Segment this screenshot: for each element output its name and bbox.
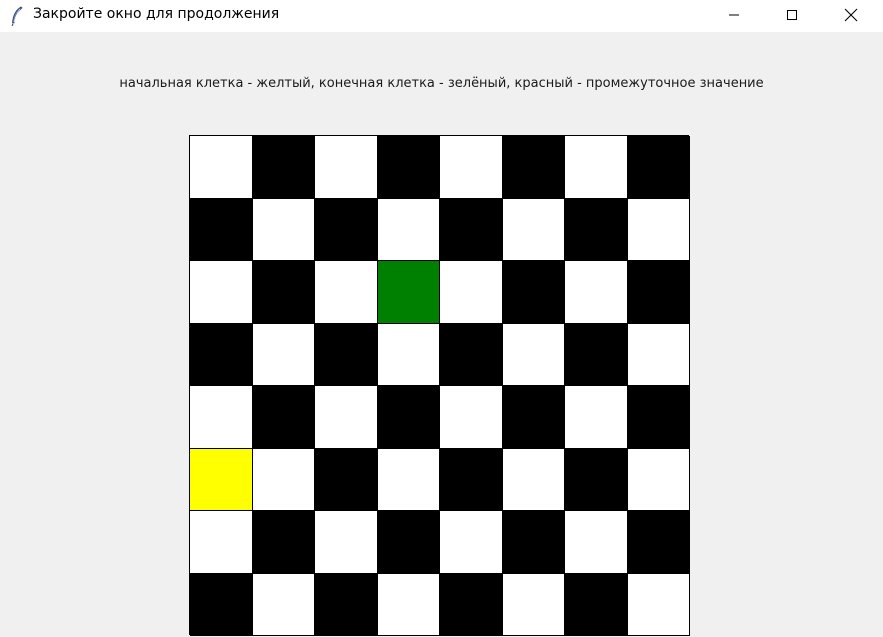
board-cell-light[interactable] — [440, 511, 503, 574]
board-cell-light[interactable] — [252, 198, 315, 261]
board-cell-dark[interactable] — [565, 198, 628, 261]
board-cell-dark[interactable] — [252, 386, 315, 449]
board-cell-dark[interactable] — [315, 448, 378, 511]
board-cell-dark[interactable] — [252, 511, 315, 574]
board-cell-light[interactable] — [315, 386, 378, 449]
chessboard-canvas[interactable] — [189, 135, 690, 636]
board-cell-light[interactable] — [252, 448, 315, 511]
board-cell-dark[interactable] — [377, 136, 440, 199]
board-cell-light[interactable] — [440, 386, 503, 449]
board-cell-dark[interactable] — [440, 323, 503, 386]
board-cell-dark[interactable] — [627, 511, 690, 574]
maximize-button[interactable] — [769, 0, 815, 30]
board-cell-light[interactable] — [377, 198, 440, 261]
minimize-icon — [728, 9, 740, 21]
board-cell-light[interactable] — [565, 511, 628, 574]
board-cell-light[interactable] — [502, 573, 565, 636]
legend-label: начальная клетка - желтый, конечная клет… — [119, 76, 764, 91]
board-cell-light[interactable] — [627, 448, 690, 511]
board-cell-light[interactable] — [440, 261, 503, 324]
board-cell-dark[interactable] — [440, 198, 503, 261]
board-cell-light[interactable] — [440, 136, 503, 199]
board-cell-dark[interactable] — [440, 573, 503, 636]
board-cell-dark[interactable] — [565, 323, 628, 386]
board-cell-dark[interactable] — [565, 448, 628, 511]
board-cell-light[interactable] — [252, 573, 315, 636]
board-cell-dark[interactable] — [440, 448, 503, 511]
board-cell-light[interactable] — [190, 136, 253, 199]
board-cell-dark[interactable] — [315, 573, 378, 636]
board-cell-light[interactable] — [565, 386, 628, 449]
board-cell-light[interactable] — [627, 323, 690, 386]
board-cell-dark[interactable] — [315, 323, 378, 386]
board-cell-dark[interactable] — [627, 386, 690, 449]
app-window: Закройте окно для продолжения начальная … — [0, 0, 883, 637]
board-cell-light[interactable] — [565, 261, 628, 324]
board-cell-light[interactable] — [377, 323, 440, 386]
board-cell-light[interactable] — [377, 573, 440, 636]
board-cell-dark[interactable] — [565, 573, 628, 636]
board-cell-dark[interactable] — [190, 198, 253, 261]
minimize-button[interactable] — [711, 0, 757, 30]
title-bar[interactable]: Закройте окно для продолжения — [0, 0, 883, 32]
board-cell-dark[interactable] — [377, 511, 440, 574]
feather-icon — [10, 6, 24, 27]
board-cell-light[interactable] — [502, 323, 565, 386]
board-cell-light[interactable] — [315, 261, 378, 324]
board-cell-dark[interactable] — [252, 136, 315, 199]
board-cell-light[interactable] — [190, 261, 253, 324]
board-cell-light[interactable] — [502, 198, 565, 261]
start-cell[interactable] — [190, 448, 253, 511]
board-cell-light[interactable] — [190, 511, 253, 574]
board-cell-dark[interactable] — [627, 136, 690, 199]
close-icon — [844, 8, 858, 22]
board-cell-dark[interactable] — [502, 511, 565, 574]
board-cell-light[interactable] — [315, 136, 378, 199]
board-cell-dark[interactable] — [377, 386, 440, 449]
window-title: Закройте окно для продолжения — [33, 6, 280, 22]
board-cell-light[interactable] — [252, 323, 315, 386]
board-cell-dark[interactable] — [502, 261, 565, 324]
board-cell-dark[interactable] — [627, 261, 690, 324]
maximize-icon — [786, 9, 798, 21]
board-cell-light[interactable] — [377, 448, 440, 511]
board-cell-dark[interactable] — [315, 198, 378, 261]
board-cell-light[interactable] — [627, 198, 690, 261]
board-cell-dark[interactable] — [502, 386, 565, 449]
board-cell-dark[interactable] — [252, 261, 315, 324]
board-cell-light[interactable] — [502, 448, 565, 511]
board-cell-dark[interactable] — [502, 136, 565, 199]
board-cell-light[interactable] — [565, 136, 628, 199]
board-cell-light[interactable] — [627, 573, 690, 636]
end-cell[interactable] — [377, 261, 440, 324]
board-cell-light[interactable] — [315, 511, 378, 574]
board-cell-light[interactable] — [190, 386, 253, 449]
board-cell-dark[interactable] — [190, 323, 253, 386]
close-button[interactable] — [828, 0, 874, 30]
board-cell-dark[interactable] — [190, 573, 253, 636]
